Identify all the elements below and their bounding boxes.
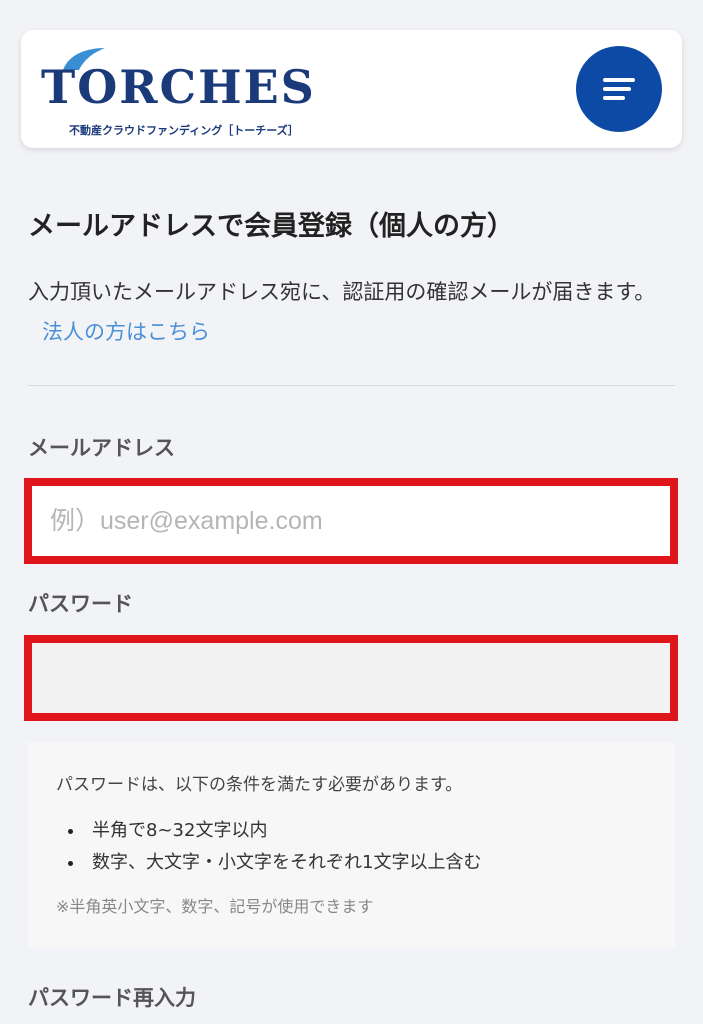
email-label: メールアドレス	[28, 436, 175, 460]
password-label: パスワード	[28, 592, 133, 616]
conditions-note: ※半角英小文字、数字、記号が使用できます	[56, 897, 374, 916]
password-field-highlight	[24, 635, 678, 721]
conditions-list: 半角で8~32文字以内 数字、大文字・小文字をそれぞれ1文字以上含む	[56, 815, 647, 879]
corporate-signup-link[interactable]: 法人の方はこちら	[42, 320, 210, 344]
menu-icon	[603, 78, 635, 100]
logo-text: TORCHES	[41, 60, 316, 114]
header: TORCHES 不動産クラウドファンディング［トーチーズ］	[21, 30, 682, 148]
logo-subtitle: 不動産クラウドファンディング［トーチーズ］	[69, 124, 299, 137]
torches-logo[interactable]: TORCHES 不動産クラウドファンディング［トーチーズ］	[41, 44, 331, 139]
intro-message: 入力頂いたメールアドレス宛に、認証用の確認メールが届きます。	[28, 280, 656, 304]
password-confirm-label: パスワード再入力	[28, 986, 196, 1010]
list-item: 半角で8~32文字以内	[56, 815, 647, 847]
list-item: 数字、大文字・小文字をそれぞれ1文字以上含む	[56, 847, 647, 879]
page-title: メールアドレスで会員登録（個人の方）	[28, 211, 514, 242]
bullet-icon	[68, 861, 73, 866]
conditions-title: パスワードは、以下の条件を満たす必要があります。	[56, 775, 463, 795]
password-field[interactable]	[32, 643, 670, 713]
bullet-icon	[68, 829, 73, 834]
menu-button[interactable]	[576, 46, 662, 132]
condition-text: 半角で8~32文字以内	[92, 820, 268, 841]
condition-text: 数字、大文字・小文字をそれぞれ1文字以上含む	[92, 852, 482, 873]
password-conditions: パスワードは、以下の条件を満たす必要があります。 半角で8~32文字以内 数字、…	[28, 742, 675, 948]
email-field-highlight	[24, 478, 678, 564]
email-field[interactable]	[32, 486, 670, 556]
divider	[28, 385, 675, 386]
intro-text: 入力頂いたメールアドレス宛に、認証用の確認メールが届きます。法人の方はこちら	[28, 272, 678, 352]
